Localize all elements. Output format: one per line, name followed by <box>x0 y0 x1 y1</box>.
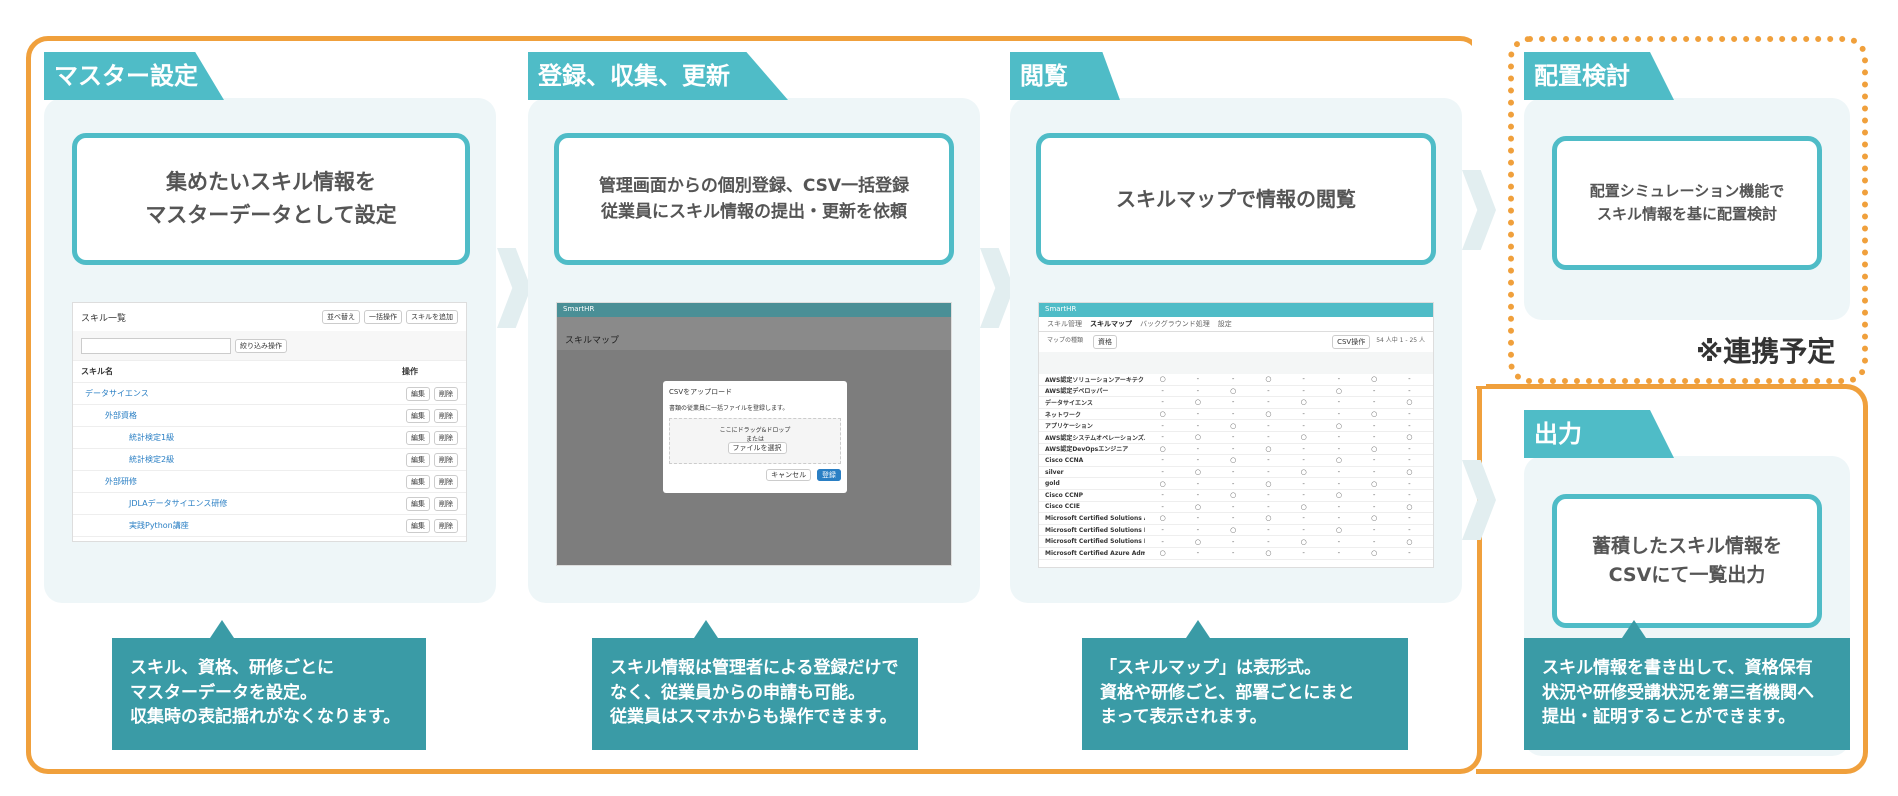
map-type-select[interactable]: 資格 <box>1093 335 1118 349</box>
csv-dialog: CSVをアップロード 書類の従業員に一括ファイルを登録します。 ここにドラッグ&… <box>663 381 847 493</box>
table-row: gold ○ - - ○ - - ○ - <box>1039 478 1433 490</box>
section-placement-box: 配置シミュレーション機能で スキル情報を基に配置検討 <box>1552 136 1822 270</box>
table-row: ネットワーク ○ - - ○ - - ○ - <box>1039 409 1433 421</box>
table-row: 統計検定1級 編集 削除 <box>73 427 466 449</box>
tab-background[interactable]: バックグラウンド処理 <box>1140 319 1210 329</box>
table-row: Microsoft Certified Solutions Asso…○--○-… <box>1039 513 1433 525</box>
section-register-box: 管理画面からの個別登録、CSV一括登録 従業員にスキル情報の提出・更新を依頼 <box>554 133 954 265</box>
section-output-tab: 出力 <box>1524 410 1674 458</box>
col-ops-header: 操作 <box>402 367 418 376</box>
skill-list-screenshot: スキル一覧 並べ替え 一括操作 スキルを追加 絞り込み操作 スキル名 操作 デー… <box>72 302 467 542</box>
table-row: AWS認定DevOpsエンジニア ○ - - ○ - - ○ - <box>1039 444 1433 456</box>
bulk-button[interactable]: 一括操作 <box>364 310 402 324</box>
table-row: Cisco CCNA - - ○ - - ○ - - <box>1039 455 1433 467</box>
section-master-tab: マスター設定 <box>44 52 224 100</box>
table-row: 統計検定2級 編集 削除 <box>73 449 466 471</box>
table-row: AWS認定デベロッパー - - ○ - - ○ - - <box>1039 386 1433 398</box>
brand-logo: SmartHR <box>557 303 951 317</box>
section-register-note: スキル情報は管理者による登録だけで なく、従業員からの申請も可能。 従業員はスマホか… <box>592 638 918 750</box>
table-row: アプリケーション - - ○ - - ○ - - <box>1039 420 1433 432</box>
table-row: 外部研修 編集 削除 <box>73 471 466 493</box>
section-output-box: 蓄積したスキル情報を CSVにて一覧出力 <box>1552 494 1822 628</box>
filter-op-button[interactable]: 絞り込み操作 <box>235 338 287 353</box>
table-row: データサイエンス 編集 削除 <box>73 383 466 405</box>
table-row: Cisco CCIE - ○ - - ○ - - ○ <box>1039 502 1433 514</box>
table-row: AWS認定システムオペレーションズ… - ○ - - ○ - - ○ <box>1039 432 1433 444</box>
dialog-title: CSVをアップロード <box>669 388 733 396</box>
page-title: スキルマップ <box>557 329 951 350</box>
table-row: Microsoft Certified Azure Administr…○--○… <box>1039 548 1433 560</box>
sort-button[interactable]: 並べ替え <box>322 310 360 324</box>
tab-settings[interactable]: 設定 <box>1218 319 1232 329</box>
note-pointer <box>1622 620 1646 638</box>
skill-map-screenshot: SmartHR スキル管理 スキルマップ バックグラウンド処理 設定 マップの種… <box>1038 302 1434 568</box>
tab-skill-admin[interactable]: スキル管理 <box>1047 319 1082 329</box>
note-pointer <box>210 620 234 638</box>
skill-list-title: スキル一覧 <box>81 313 127 324</box>
csv-upload-screenshot: SmartHR スキルマップ CSVをアップロード 書類の従業員に一括ファイルを… <box>556 302 952 566</box>
table-row: データサイエンス - ○ - - ○ - - ○ <box>1039 397 1433 409</box>
note-pointer <box>694 620 718 638</box>
add-skill-button[interactable]: スキルを追加 <box>406 310 458 324</box>
note-pointer <box>1186 620 1210 638</box>
table-row: 実践Python講座 編集 削除 <box>73 515 466 537</box>
table-row: Microsoft Certified Solutions Devel…-○--… <box>1039 536 1433 548</box>
section-placement-tab: 配置検討 <box>1524 52 1674 100</box>
filter-input[interactable] <box>81 337 231 354</box>
table-row: Cisco CCNP - - ○ - - ○ - - <box>1039 490 1433 502</box>
section-register-tab: 登録、収集、更新 <box>528 52 788 100</box>
table-row: AWS認定ソリューションアーキテクト ○ - - ○ - - ○ - <box>1039 374 1433 386</box>
file-select-button[interactable]: ファイルを選択 <box>727 442 787 454</box>
section-view-box: スキルマップで情報の閲覧 <box>1036 133 1436 265</box>
section-view-tab: 閲覧 <box>1010 52 1120 100</box>
drop-zone[interactable]: ここにドラッグ&ドロップ または ファイルを選択 <box>669 418 841 464</box>
table-row: 外部資格 編集 削除 <box>73 405 466 427</box>
table-row: Microsoft Certified Solutions Exper…--○-… <box>1039 525 1433 537</box>
section-output-note: スキル情報を書き出して、資格保有 状況や研修受講状況を第三者機関へ 提出・証明するこ… <box>1524 638 1850 750</box>
section-view-note: 「スキルマップ」は表形式。 資格や研修ごと、部署ごとにまと まって表示されます。 <box>1082 638 1408 750</box>
register-button[interactable]: 登録 <box>817 469 841 481</box>
planned-label: ※連携予定 <box>1696 335 1836 368</box>
tab-skill-map[interactable]: スキルマップ <box>1090 319 1132 329</box>
col-name-header: スキル名 <box>81 367 113 376</box>
table-row: JDLAデータサイエンス研修 編集 削除 <box>73 493 466 515</box>
table-row: silver - ○ - - ○ - - ○ <box>1039 467 1433 479</box>
brand-logo: SmartHR <box>1039 303 1433 317</box>
section-master-box: 集めたいスキル情報を マスターデータとして設定 <box>72 133 470 265</box>
cancel-button[interactable]: キャンセル <box>766 469 812 481</box>
section-master-note: スキル、資格、研修ごとに マスターデータを設定。 収集時の表記揺れがなくなります。 <box>112 638 426 750</box>
csv-button[interactable]: CSV操作 <box>1332 335 1371 349</box>
